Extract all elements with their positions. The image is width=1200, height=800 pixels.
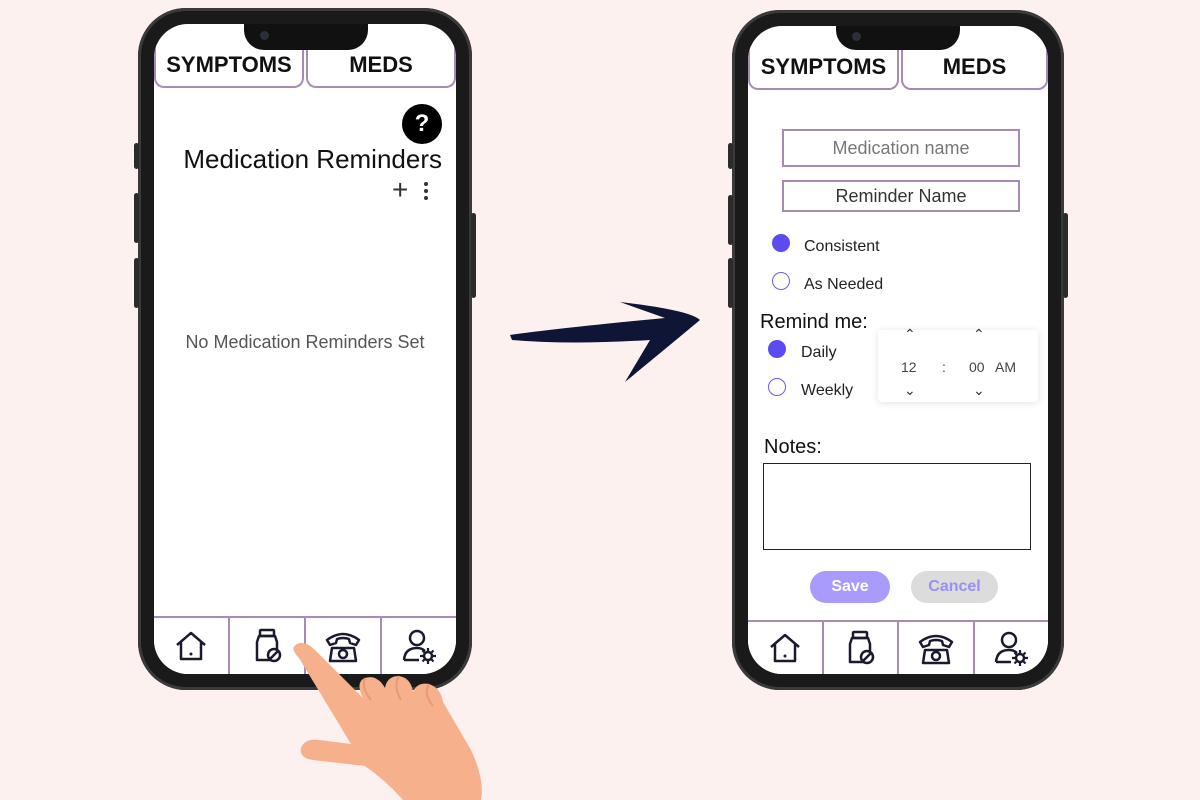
- notes-textarea[interactable]: [763, 463, 1031, 550]
- notes-label: Notes:: [764, 436, 822, 458]
- medication-bottle-icon: [255, 628, 282, 663]
- hour-up-icon[interactable]: ⌃: [904, 326, 916, 343]
- nav-profile-settings[interactable]: [975, 622, 1049, 674]
- camera: [260, 31, 269, 40]
- page-title: Medication Reminders: [183, 144, 442, 174]
- tab-meds[interactable]: MEDS: [901, 46, 1048, 90]
- nav-meds[interactable]: [824, 622, 899, 674]
- notch: [244, 24, 368, 50]
- medication-name-field[interactable]: Medication name: [782, 129, 1020, 167]
- remind-me-label: Remind me:: [760, 311, 868, 333]
- help-icon: ?: [414, 110, 430, 137]
- minute-value[interactable]: 00: [969, 359, 985, 375]
- camera: [852, 32, 861, 41]
- time-separator: :: [942, 359, 946, 375]
- radio-weekly-label: Weekly: [801, 382, 854, 399]
- radio-as-needed[interactable]: [772, 272, 790, 290]
- empty-state-message: No Medication Reminders Set: [185, 332, 425, 352]
- radio-daily-label: Daily: [801, 344, 837, 361]
- radio-weekly[interactable]: [768, 378, 786, 396]
- user-settings-icon: [995, 631, 1029, 666]
- right-screen: SYMPTOMS MEDS Medication name Reminder N…: [748, 26, 1048, 674]
- tab-symptoms[interactable]: SYMPTOMS: [748, 46, 899, 90]
- hour-down-icon[interactable]: ⌄: [904, 382, 916, 399]
- tab-symptoms[interactable]: SYMPTOMS: [154, 44, 304, 88]
- tapping-hand-icon: [293, 642, 482, 800]
- left-screen: SYMPTOMS MEDS ? Medication Reminders + N…: [154, 24, 456, 674]
- home-icon: [176, 631, 206, 661]
- notch: [836, 26, 960, 50]
- hour-value[interactable]: 12: [901, 359, 917, 375]
- minute-up-icon[interactable]: ⌃: [973, 326, 985, 343]
- minute-down-icon[interactable]: ⌄: [973, 382, 985, 399]
- time-picker: ⌃ ⌃ 12 : 00 AM ⌄ ⌄: [878, 326, 1038, 402]
- cancel-button[interactable]: Cancel: [911, 571, 998, 603]
- radio-consistent[interactable]: [772, 234, 790, 252]
- nav-home[interactable]: [154, 618, 230, 674]
- left-phone: SYMPTOMS MEDS ? Medication Reminders + N…: [134, 8, 476, 690]
- period-value[interactable]: AM: [995, 359, 1016, 375]
- nav-phone[interactable]: [899, 622, 975, 674]
- nav-home[interactable]: [748, 622, 824, 674]
- bottom-nav: [748, 620, 1048, 674]
- telephone-icon: [918, 634, 953, 665]
- add-reminder-button[interactable]: +: [392, 176, 408, 204]
- more-options-icon[interactable]: [424, 182, 428, 200]
- radio-as-needed-label: As Needed: [804, 276, 884, 293]
- flow-arrow-icon: [510, 302, 700, 382]
- help-button[interactable]: ?: [402, 104, 442, 144]
- save-button[interactable]: Save: [810, 571, 890, 603]
- radio-consistent-label: Consistent: [804, 238, 880, 255]
- medication-bottle-icon: [849, 630, 875, 665]
- radio-daily[interactable]: [768, 340, 786, 358]
- home-icon: [769, 633, 800, 663]
- right-phone: SYMPTOMS MEDS Medication name Reminder N…: [728, 10, 1068, 690]
- tab-meds[interactable]: MEDS: [306, 44, 456, 88]
- reminder-name-field[interactable]: Reminder Name: [782, 180, 1020, 212]
